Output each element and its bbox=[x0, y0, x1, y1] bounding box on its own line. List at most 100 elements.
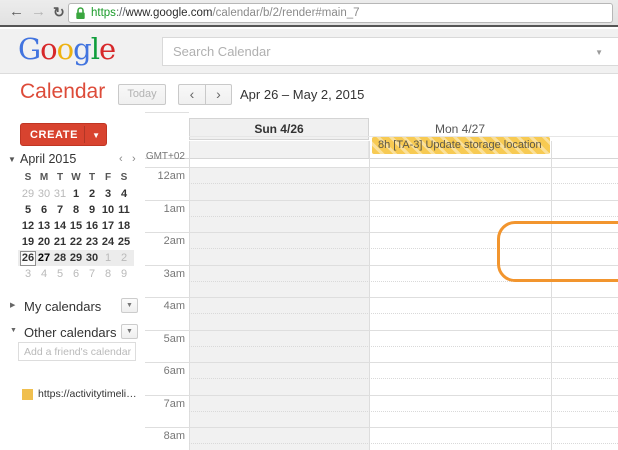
my-calendars-expander-icon[interactable]: ▶ bbox=[10, 301, 15, 309]
mini-calendar-day[interactable]: 14 bbox=[52, 219, 68, 234]
mini-calendar-day[interactable]: 12 bbox=[20, 219, 36, 234]
next-week-button[interactable]: › bbox=[205, 84, 232, 105]
google-logo-letter: o bbox=[57, 32, 73, 66]
mini-calendar-day[interactable]: 5 bbox=[52, 267, 68, 282]
gutter-divider bbox=[189, 141, 190, 450]
create-caret-icon[interactable]: ▼ bbox=[92, 131, 100, 140]
other-calendars-menu-button[interactable]: ▼ bbox=[121, 324, 138, 339]
my-calendars-label[interactable]: My calendars bbox=[24, 299, 101, 314]
mini-calendar-day[interactable]: 30 bbox=[36, 187, 52, 202]
mini-calendar-day[interactable]: 23 bbox=[84, 235, 100, 250]
url-host: www.google.com bbox=[126, 7, 213, 19]
mini-calendar-day[interactable]: 16 bbox=[84, 219, 100, 234]
reload-icon[interactable]: ↻ bbox=[53, 4, 65, 21]
mini-calendar-day[interactable]: 20 bbox=[36, 235, 52, 250]
mini-calendar-expander-icon[interactable]: ▼ bbox=[8, 155, 16, 164]
half-hour-line bbox=[189, 183, 618, 184]
google-header: Google ▼ bbox=[0, 29, 618, 74]
forward-icon[interactable]: → bbox=[31, 3, 46, 20]
half-hour-line bbox=[189, 216, 618, 217]
mini-calendar-week: 12131415161718 bbox=[20, 218, 132, 234]
my-calendars-menu-button[interactable]: ▼ bbox=[121, 298, 138, 313]
browser-toolbar: ← → ↻ https://www.google.com/calendar/b/… bbox=[0, 0, 618, 27]
mini-calendar-day[interactable]: 27 bbox=[36, 251, 52, 266]
other-calendars-row: ▼ Other calendars ▼ bbox=[0, 324, 145, 340]
hour-line bbox=[145, 330, 618, 331]
mini-calendar-day[interactable]: 4 bbox=[116, 187, 132, 202]
grid-top-line bbox=[145, 112, 189, 113]
mini-calendar-day[interactable]: 3 bbox=[20, 267, 36, 282]
other-calendar-item[interactable]: https://activitytimeline… bbox=[22, 387, 138, 403]
half-hour-line bbox=[189, 346, 618, 347]
mini-calendar-day[interactable]: 6 bbox=[68, 267, 84, 282]
allday-cell-sun[interactable] bbox=[189, 141, 369, 158]
mini-calendar-day[interactable]: 5 bbox=[20, 203, 36, 218]
mini-calendar-day[interactable]: 29 bbox=[20, 187, 36, 202]
mini-calendar-day[interactable]: 30 bbox=[84, 251, 100, 266]
mini-calendar-prev-icon[interactable]: ‹ bbox=[119, 153, 123, 165]
other-calendars-label[interactable]: Other calendars bbox=[24, 325, 117, 340]
mini-calendar-day[interactable]: 7 bbox=[52, 203, 68, 218]
mini-calendar-next-icon[interactable]: › bbox=[132, 153, 136, 165]
half-hour-line bbox=[189, 411, 618, 412]
mini-calendar-day[interactable]: 15 bbox=[68, 219, 84, 234]
mini-calendar-day[interactable]: 1 bbox=[100, 251, 116, 266]
mini-calendar-day[interactable]: 8 bbox=[100, 267, 116, 282]
mini-calendar-day[interactable]: 2 bbox=[84, 187, 100, 202]
mini-calendar-day[interactable]: 8 bbox=[68, 203, 84, 218]
add-friend-calendar-input[interactable] bbox=[18, 342, 136, 361]
today-button[interactable]: Today bbox=[118, 84, 166, 105]
google-logo-letter: g bbox=[73, 32, 91, 66]
mini-calendar-grid: 2930311234567891011121314151617181920212… bbox=[20, 186, 132, 282]
mini-calendar-day[interactable]: 21 bbox=[52, 235, 68, 250]
mini-calendar-day[interactable]: 28 bbox=[52, 251, 68, 266]
mini-calendar-day[interactable]: 29 bbox=[68, 251, 84, 266]
back-icon[interactable]: ← bbox=[9, 3, 24, 20]
mini-calendar-day[interactable]: 22 bbox=[68, 235, 84, 250]
create-button-divider bbox=[84, 126, 85, 143]
half-hour-line bbox=[189, 443, 618, 444]
mini-calendar-day[interactable]: 19 bbox=[20, 235, 36, 250]
hour-line bbox=[145, 265, 618, 266]
search-box: ▼ bbox=[162, 37, 618, 66]
half-hour-line bbox=[189, 313, 618, 314]
mini-calendar-day[interactable]: 17 bbox=[100, 219, 116, 234]
mini-calendar-day[interactable]: 3 bbox=[100, 187, 116, 202]
mini-calendar-dayheads: SMTWTFS bbox=[20, 172, 132, 183]
allday-bottom-line bbox=[145, 158, 618, 159]
mini-calendar-day[interactable]: 11 bbox=[116, 203, 132, 218]
hour-line bbox=[145, 167, 618, 168]
url-scheme: https bbox=[91, 7, 116, 19]
address-bar[interactable]: https://www.google.com/calendar/b/2/rend… bbox=[68, 3, 613, 23]
google-logo: Google bbox=[18, 32, 115, 66]
mini-calendar-day[interactable]: 6 bbox=[36, 203, 52, 218]
prev-week-button[interactable]: ‹ bbox=[178, 84, 205, 105]
mini-calendar-day[interactable]: 4 bbox=[36, 267, 52, 282]
mini-calendar-dayhead: S bbox=[116, 172, 132, 183]
search-input[interactable] bbox=[163, 38, 618, 65]
mini-calendar-day[interactable]: 9 bbox=[84, 203, 100, 218]
mini-calendar-day[interactable]: 1 bbox=[68, 187, 84, 202]
other-calendars-expander-icon[interactable]: ▼ bbox=[10, 327, 17, 334]
page-title: Calendar bbox=[20, 80, 105, 104]
mini-calendar-dayhead: M bbox=[36, 172, 52, 183]
mini-calendar-day[interactable]: 13 bbox=[36, 219, 52, 234]
mini-calendar-day[interactable]: 31 bbox=[52, 187, 68, 202]
time-label: 8am bbox=[145, 430, 185, 442]
mini-calendar-day[interactable]: 26 bbox=[20, 251, 36, 266]
mini-calendar-day[interactable]: 10 bbox=[100, 203, 116, 218]
event-bar[interactable]: 8h [TA-3] Update storage location bbox=[372, 137, 550, 154]
mini-calendar-day[interactable]: 2 bbox=[116, 251, 132, 266]
mini-calendar-day[interactable]: 24 bbox=[100, 235, 116, 250]
mini-calendar-day[interactable]: 9 bbox=[116, 267, 132, 282]
mini-calendar-day[interactable]: 7 bbox=[84, 267, 100, 282]
mini-calendar-title: April 2015 bbox=[20, 152, 76, 166]
half-hour-line bbox=[189, 281, 618, 282]
time-label: 4am bbox=[145, 300, 185, 312]
search-options-caret-icon[interactable]: ▼ bbox=[595, 48, 603, 57]
create-button[interactable]: CREATE ▼ bbox=[20, 123, 107, 146]
mini-calendar-day[interactable]: 25 bbox=[116, 235, 132, 250]
mini-calendar-day[interactable]: 18 bbox=[116, 219, 132, 234]
mini-calendar-week: 262728293012 bbox=[18, 250, 134, 266]
other-calendar-item-label: https://activitytimeline… bbox=[38, 388, 138, 400]
